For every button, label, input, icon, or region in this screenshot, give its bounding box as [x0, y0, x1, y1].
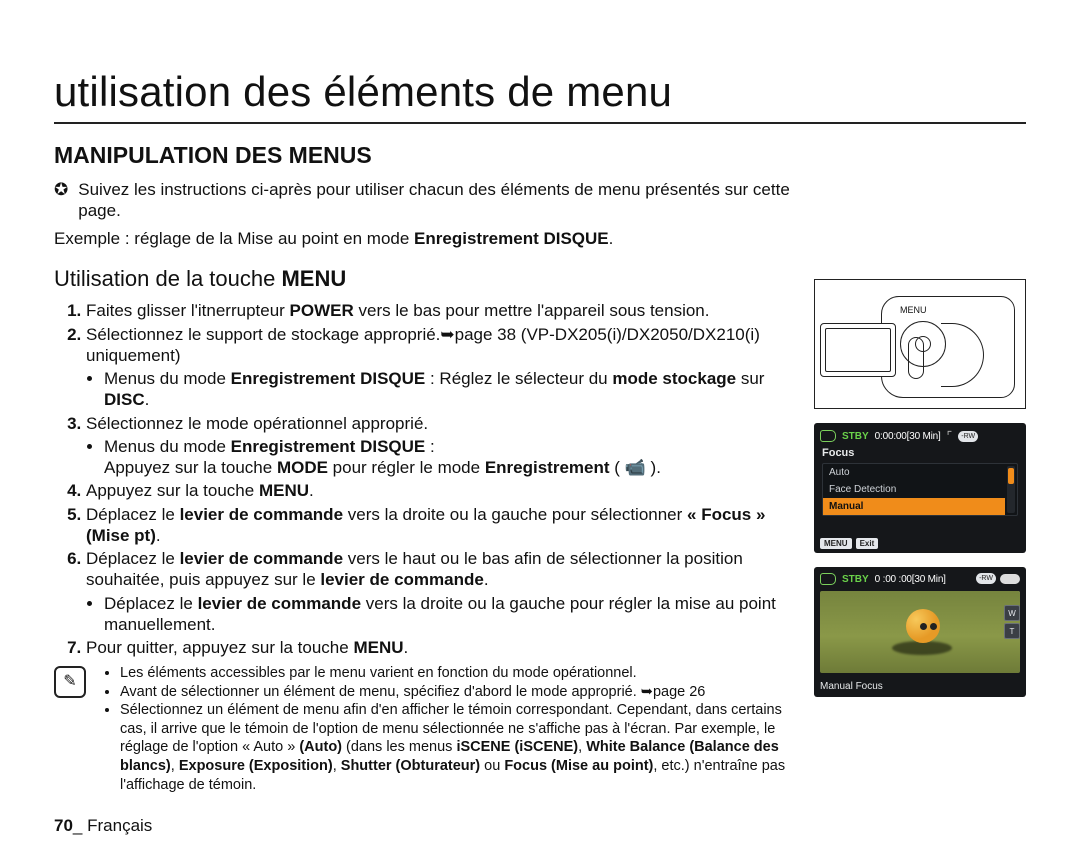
step-1: Faites glisser l'itnerrupteur POWER vers… [86, 300, 796, 321]
stby-label: STBY [842, 431, 869, 442]
camera-lcd [820, 323, 896, 377]
note-block: ✎ Les éléments accessibles par le menu v… [54, 664, 796, 794]
exit-button-chip[interactable]: Exit [856, 538, 879, 549]
menu-item-face-detection[interactable]: Face Detection [823, 481, 1005, 498]
scrollbar-thumb [1008, 468, 1014, 484]
page-number: 70_ Français [54, 816, 152, 836]
example-bold: Enregistrement DISQUE [414, 229, 609, 248]
document-page: utilisation des éléments de menu MANIPUL… [0, 0, 1080, 866]
camera-strap [941, 323, 984, 387]
left-column: ✪ Suivez les instructions ci-après pour … [54, 179, 796, 794]
step-2-sublist: Menus du mode Enregistrement DISQUE : Ré… [86, 368, 796, 411]
example-prefix: Exemple : réglage de la Mise au point en… [54, 229, 414, 248]
step-6-sublist: Déplacez le levier de commande vers la d… [86, 593, 796, 636]
bracket-left-icon: ⌜ [947, 429, 953, 443]
screen1-statusbar: STBY 0:00:00[30 Min] ⌜ -RW [820, 429, 1020, 443]
intro-text: Suivez les instructions ci-après pour ut… [78, 179, 796, 222]
steps-list: Faites glisser l'itnerrupteur POWER vers… [54, 300, 796, 658]
battery-icon [1000, 574, 1020, 584]
timecode: 0:00:00[30 Min] [875, 431, 941, 442]
ladybug-dots-icon [920, 623, 927, 630]
note-1: Les éléments accessibles par le menu var… [120, 664, 796, 683]
ladybug-subject [906, 609, 940, 643]
focus-menu-screen: STBY 0:00:00[30 Min] ⌜ -RW Focus Auto Fa… [814, 423, 1026, 553]
note-3: Sélectionnez un élément de menu afin d'e… [120, 701, 796, 794]
example-suffix: . [609, 229, 614, 248]
camera-icon [820, 573, 836, 585]
focus-menu-box: Auto Face Detection Manual [822, 463, 1018, 516]
focus-menu-items: Auto Face Detection Manual [823, 464, 1005, 515]
menu-scrollbar[interactable] [1007, 466, 1015, 513]
stby-label: STBY [842, 574, 869, 585]
title-rule [54, 122, 1026, 124]
right-column: MENU STBY 0:00:00[30 Min] ⌜ -RW [814, 179, 1026, 697]
note-list: Les éléments accessibles par le menu var… [96, 664, 796, 794]
focus-heading: Focus [822, 447, 854, 459]
page-number-value: 70 [54, 816, 73, 835]
screen2-corner-icons: -RW [976, 573, 1020, 584]
preview-scene [820, 591, 1020, 673]
step-3-sub: Menus du mode Enregistrement DISQUE : Ap… [104, 436, 796, 479]
camera-lcd-inner [825, 328, 891, 372]
step-7: Pour quitter, appuyez sur la touche MENU… [86, 637, 796, 658]
example-line: Exemple : réglage de la Mise au point en… [54, 228, 796, 249]
page-title: utilisation des éléments de menu [54, 68, 1026, 116]
subheading-bold: MENU [281, 266, 346, 291]
camera-illustration: MENU [814, 279, 1026, 409]
intro-line: ✪ Suivez les instructions ci-après pour … [54, 179, 796, 222]
screen1-bottombar: MENU Exit [820, 538, 878, 549]
step-2-sub: Menus du mode Enregistrement DISQUE : Ré… [104, 368, 796, 411]
tick-icon: ✪ [54, 179, 68, 222]
disc-type-chip: -RW [958, 431, 978, 442]
section-heading: MANIPULATION DES MENUS [54, 142, 1026, 169]
page-number-sep: _ [73, 816, 87, 835]
menu-item-auto[interactable]: Auto [823, 464, 1005, 481]
content-row: ✪ Suivez les instructions ci-après pour … [54, 179, 1026, 794]
subheading-prefix: Utilisation de la touche [54, 266, 281, 291]
note-2: Avant de sélectionner un élément de menu… [120, 683, 796, 702]
subheading: Utilisation de la touche MENU [54, 265, 796, 293]
note-icon: ✎ [54, 666, 86, 698]
camera-menu-label: MENU [900, 305, 927, 315]
menu-item-manual[interactable]: Manual [823, 498, 1005, 515]
zoom-controls: W T [1004, 605, 1020, 639]
camera-body: MENU [881, 296, 1015, 398]
zoom-tele-button[interactable]: T [1004, 623, 1020, 639]
timecode: 0 :00 :00[30 Min] [875, 574, 946, 585]
page-language: Français [87, 816, 152, 835]
manual-focus-preview-screen: STBY 0 :00 :00[30 Min] -RW VR W T Manual… [814, 567, 1026, 697]
menu-button-chip[interactable]: MENU [820, 538, 852, 549]
manual-focus-label: Manual Focus [820, 681, 883, 692]
step-4: Appuyez sur la touche MENU. [86, 480, 796, 501]
step-3: Sélectionnez le mode opérationnel approp… [86, 413, 796, 479]
disc-type-chip: -RW [976, 573, 996, 584]
step-3-sublist: Menus du mode Enregistrement DISQUE : Ap… [86, 436, 796, 479]
zoom-wide-button[interactable]: W [1004, 605, 1020, 621]
step-6: Déplacez le levier de commande vers le h… [86, 548, 796, 635]
step-5: Déplacez le levier de commande vers la d… [86, 504, 796, 547]
camera-icon [820, 430, 836, 442]
subject-shadow [892, 641, 952, 655]
camera-side-ridge [908, 337, 924, 379]
step-6-sub: Déplacez le levier de commande vers la d… [104, 593, 796, 636]
step-2: Sélectionnez le support de stockage appr… [86, 324, 796, 411]
